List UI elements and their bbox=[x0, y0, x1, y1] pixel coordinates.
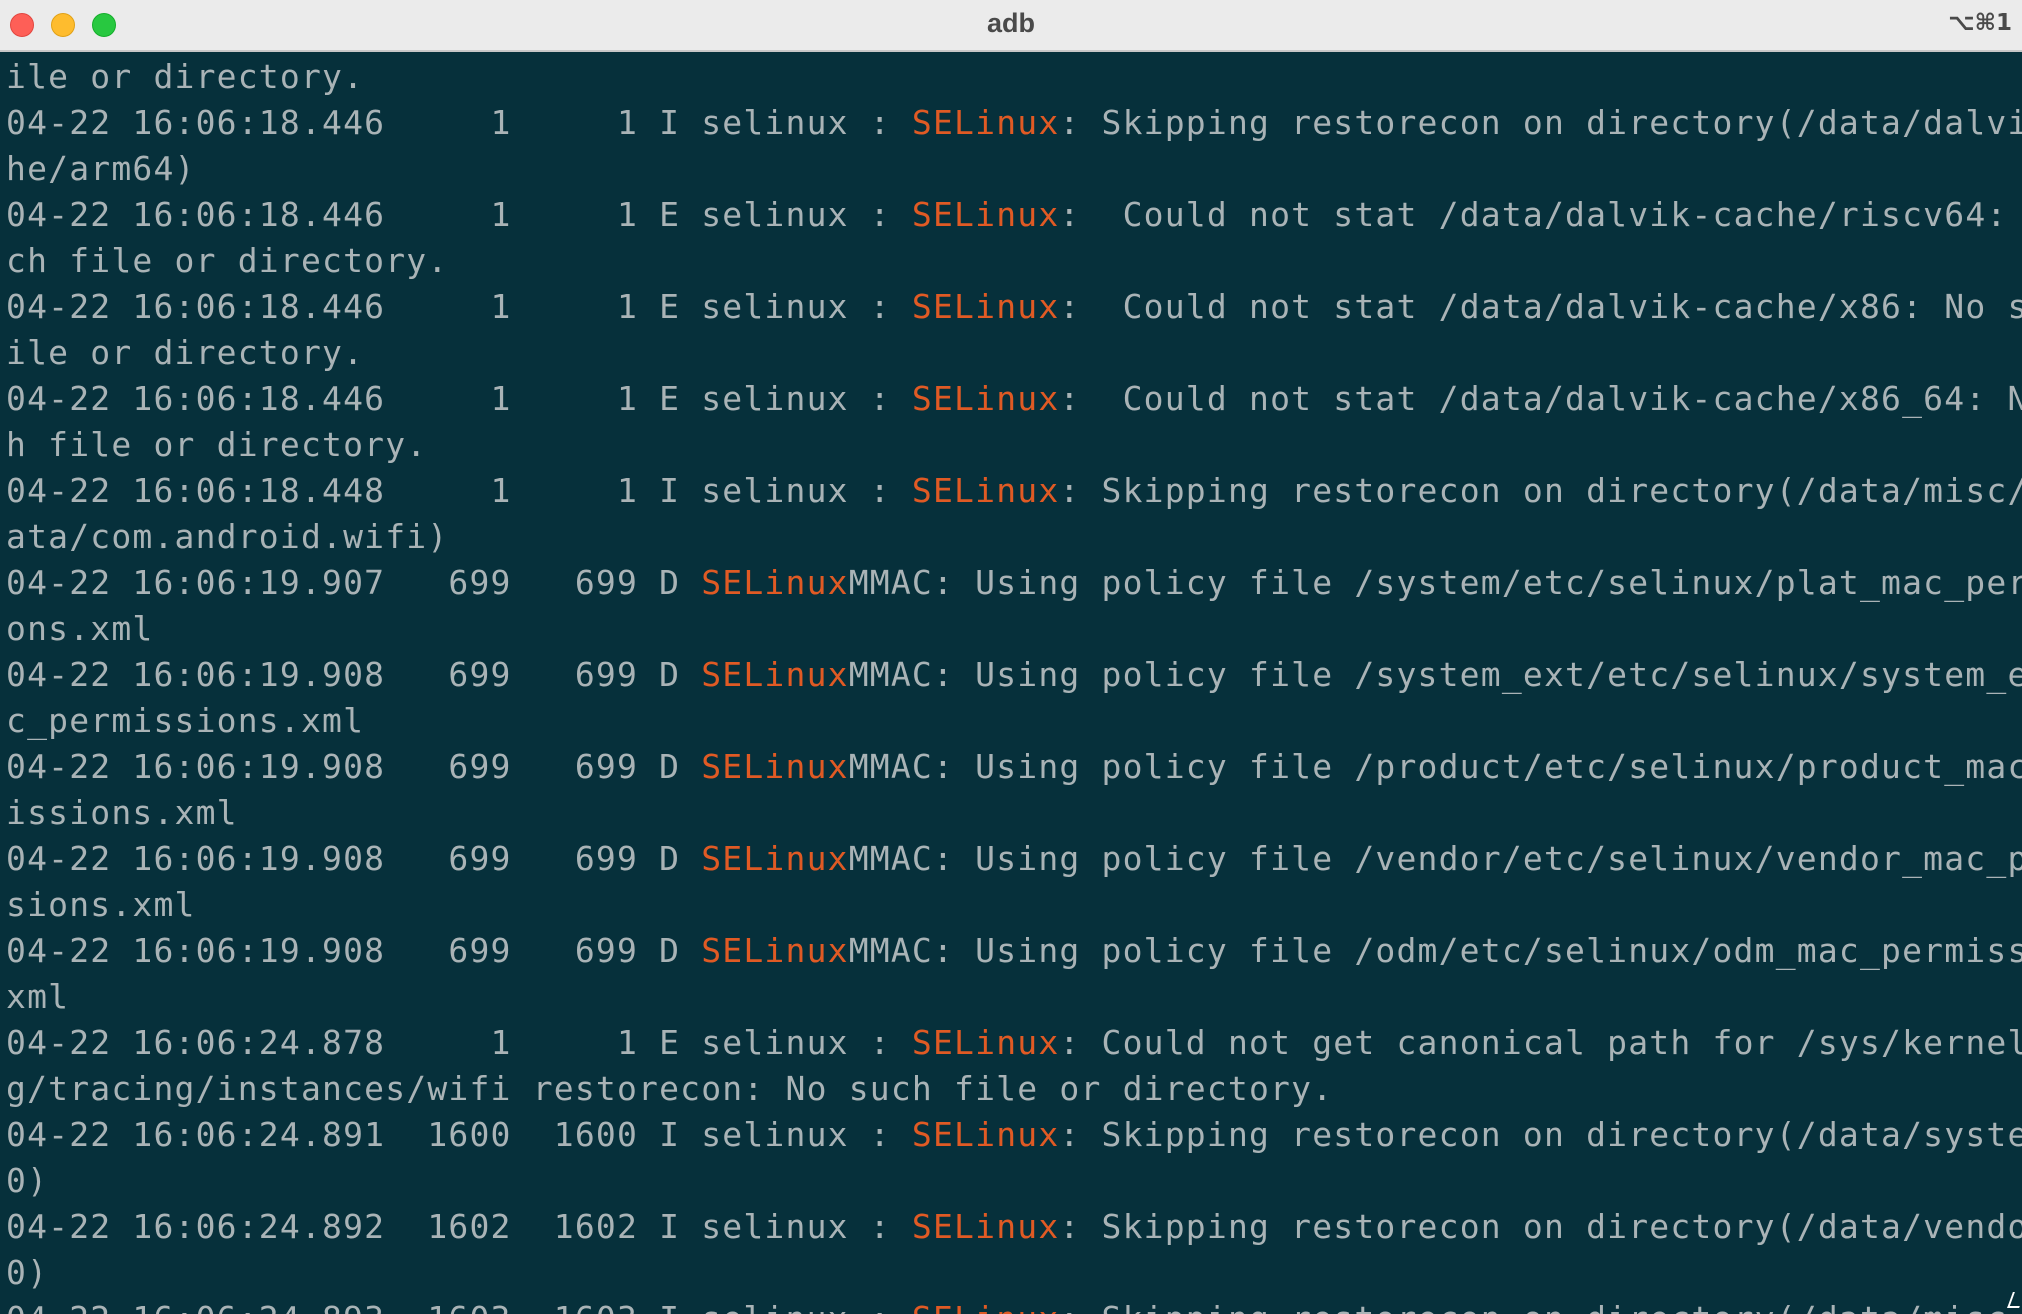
log-text: 04-22 16:06:24.892 1602 1602 I selinux : bbox=[6, 1207, 912, 1246]
log-line: 04-22 16:06:19.908 699 699 D SELinuxMMAC… bbox=[6, 836, 2022, 882]
log-text: 04-22 16:06:19.908 699 699 D bbox=[6, 655, 702, 694]
log-text: : Could not stat /data/dalvik-cache/risc… bbox=[1059, 195, 2008, 234]
log-text: : Skipping restorecon on directory(/data… bbox=[1059, 471, 2022, 510]
log-text: ons.xml bbox=[6, 609, 154, 648]
log-text: : Could not get canonical path for /sys/… bbox=[1059, 1023, 2022, 1062]
log-line: h file or directory. bbox=[6, 422, 427, 468]
log-text: : Skipping restorecon on directory(/data… bbox=[1059, 103, 2022, 142]
log-highlight: SELinux bbox=[701, 655, 849, 694]
log-line: g/tracing/instances/wifi restorecon: No … bbox=[6, 1066, 1333, 1112]
log-text: 04-22 16:06:19.908 699 699 D bbox=[6, 931, 702, 970]
log-highlight: SELinux bbox=[911, 379, 1060, 418]
log-line: 0) bbox=[6, 1250, 48, 1296]
log-highlight: SELinux bbox=[911, 1115, 1060, 1154]
log-text: : Skipping restorecon on directory(/data… bbox=[1059, 1207, 2022, 1246]
log-text: ile or directory. bbox=[6, 333, 365, 372]
log-text: MMAC: Using policy file /vendor/etc/seli… bbox=[848, 839, 2022, 878]
log-text: 04-22 16:06:18.446 1 1 E selinux : bbox=[6, 379, 912, 418]
log-line: 04-22 16:06:24.893 1603 1603 I selinux :… bbox=[6, 1296, 2022, 1314]
log-text: : Could not stat /data/dalvik-cache/x86_… bbox=[1059, 379, 2022, 418]
log-highlight: SELinux bbox=[911, 1207, 1060, 1246]
log-text: : Could not stat /data/dalvik-cache/x86:… bbox=[1059, 287, 2022, 326]
log-highlight: SELinux bbox=[911, 195, 1060, 234]
log-line: 04-22 16:06:18.446 1 1 I selinux : SELin… bbox=[6, 100, 2022, 146]
log-line: ile or directory. bbox=[6, 330, 364, 376]
log-line: he/arm64) bbox=[6, 146, 196, 192]
log-text: sions.xml bbox=[6, 885, 196, 924]
log-text: MMAC: Using policy file /system_ext/etc/… bbox=[848, 655, 2022, 694]
log-text: 04-22 16:06:18.448 1 1 I selinux : bbox=[6, 471, 912, 510]
log-text: c_permissions.xml bbox=[6, 701, 365, 740]
log-line: c_permissions.xml bbox=[6, 698, 364, 744]
title-bar[interactable]: adb ⌥⌘1 bbox=[0, 0, 2022, 52]
window-shortcut-label: ⌥⌘1 bbox=[1948, 10, 2012, 36]
log-text: 04-22 16:06:24.893 1603 1603 I selinux : bbox=[6, 1299, 912, 1314]
window-title: adb bbox=[986, 8, 1035, 38]
log-line: sions.xml bbox=[6, 882, 196, 928]
log-text: MMAC: Using policy file /product/etc/sel… bbox=[848, 747, 2022, 786]
log-text: 0) bbox=[6, 1253, 49, 1292]
log-line: 04-22 16:06:24.878 1 1 E selinux : SELin… bbox=[6, 1020, 2022, 1066]
log-text: issions.xml bbox=[6, 793, 238, 832]
log-text: xml bbox=[6, 977, 70, 1016]
terminal-output[interactable]: ile or directory. 04-22 16:06:18.446 1 1 … bbox=[0, 52, 2022, 1314]
log-text: ile or directory. bbox=[6, 57, 365, 96]
log-text: 04-22 16:06:18.446 1 1 E selinux : bbox=[6, 195, 912, 234]
log-line: ons.xml bbox=[6, 606, 153, 652]
log-line: 04-22 16:06:19.908 699 699 D SELinuxMMAC… bbox=[6, 652, 2022, 698]
log-line: ata/com.android.wifi) bbox=[6, 514, 448, 560]
log-highlight: SELinux bbox=[911, 471, 1060, 510]
log-highlight: SELinux bbox=[911, 103, 1060, 142]
log-line: 04-22 16:06:24.891 1600 1600 I selinux :… bbox=[6, 1112, 2022, 1158]
log-line: issions.xml bbox=[6, 790, 238, 836]
log-text: ata/com.android.wifi) bbox=[6, 517, 449, 556]
log-line: 04-22 16:06:18.446 1 1 E selinux : SELin… bbox=[6, 192, 2022, 238]
log-text: 04-22 16:06:24.878 1 1 E selinux : bbox=[6, 1023, 912, 1062]
log-line: 04-22 16:06:18.446 1 1 E selinux : SELin… bbox=[6, 284, 2022, 330]
log-line: 04-22 16:06:19.908 699 699 D SELinuxMMAC… bbox=[6, 928, 2022, 974]
log-text: : Skipping restorecon on directory(/data… bbox=[1059, 1299, 2022, 1314]
log-highlight: SELinux bbox=[912, 1299, 1059, 1314]
log-text: ch file or directory. bbox=[6, 241, 449, 280]
log-highlight: SELinux bbox=[701, 839, 849, 878]
log-highlight: SELinux bbox=[701, 747, 849, 786]
log-text: MMAC: Using policy file /odm/etc/selinux… bbox=[848, 931, 2022, 970]
log-line: 04-22 16:06:24.892 1602 1602 I selinux :… bbox=[6, 1204, 2022, 1250]
log-line: 0) bbox=[6, 1158, 48, 1204]
log-text: g/tracing/instances/wifi restorecon: No … bbox=[6, 1069, 1334, 1108]
log-line: ch file or directory. bbox=[6, 238, 448, 284]
log-text: : Skipping restorecon on directory(/data… bbox=[1059, 1115, 2022, 1154]
terminal-window: adb ⌥⌘1 ile or directory. 04-22 16:06:18.… bbox=[0, 0, 2022, 1314]
log-text: 0) bbox=[6, 1161, 49, 1200]
log-line: 04-22 16:06:19.907 699 699 D SELinuxMMAC… bbox=[6, 560, 2022, 606]
log-line: 04-22 16:06:18.446 1 1 E selinux : SELin… bbox=[6, 376, 2022, 422]
log-text: 04-22 16:06:19.908 699 699 D bbox=[6, 839, 702, 878]
log-line: ile or directory. bbox=[6, 54, 364, 100]
log-text: 04-22 16:06:19.908 699 699 D bbox=[6, 747, 702, 786]
log-text: 04-22 16:06:19.907 699 699 D bbox=[6, 563, 702, 602]
log-line: xml bbox=[6, 974, 69, 1020]
log-highlight: SELinux bbox=[701, 563, 849, 602]
log-text: MMAC: Using policy file /system/etc/seli… bbox=[848, 563, 2022, 602]
log-text: 04-22 16:06:18.446 1 1 E selinux : bbox=[6, 287, 912, 326]
log-highlight: SELinux bbox=[911, 287, 1060, 326]
log-text: 04-22 16:06:18.446 1 1 I selinux : bbox=[6, 103, 912, 142]
log-highlight: SELinux bbox=[701, 931, 849, 970]
log-text: h file or directory. bbox=[6, 425, 428, 464]
log-text: he/arm64) bbox=[6, 149, 196, 188]
log-highlight: SELinux bbox=[911, 1023, 1060, 1062]
log-text: 04-22 16:06:24.891 1600 1600 I selinux : bbox=[6, 1115, 912, 1154]
log-line: 04-22 16:06:18.448 1 1 I selinux : SELin… bbox=[6, 468, 2022, 514]
log-line: 04-22 16:06:19.908 699 699 D SELinuxMMAC… bbox=[6, 744, 2022, 790]
